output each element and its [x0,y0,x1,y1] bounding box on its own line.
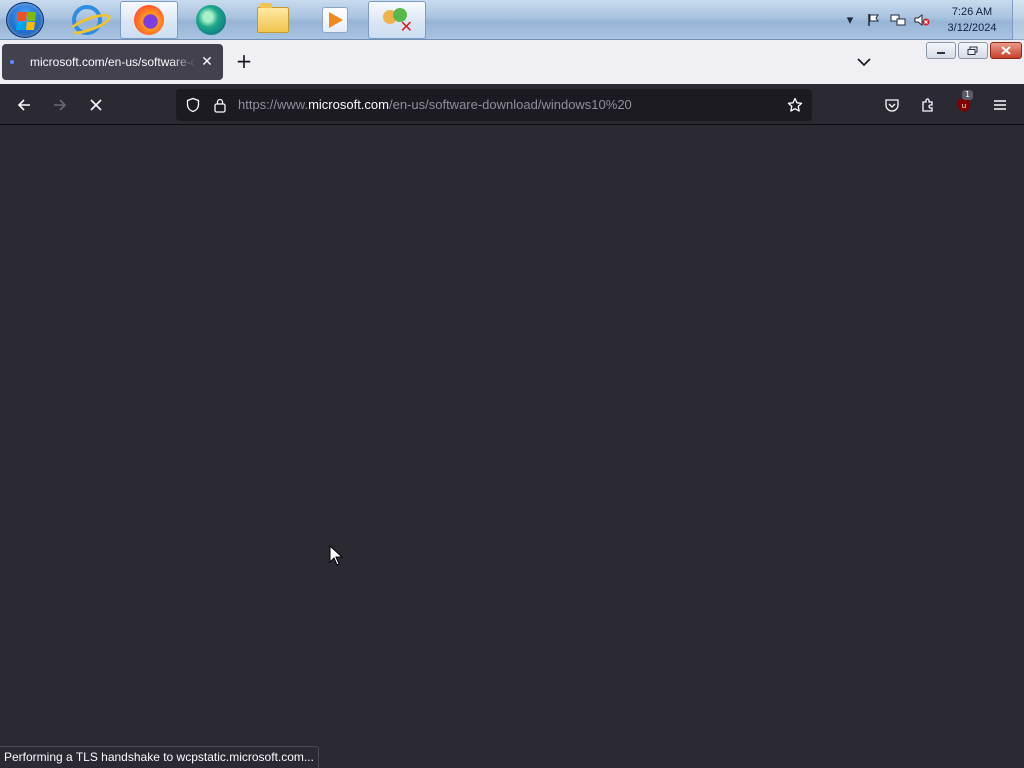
close-window-button[interactable] [990,42,1022,59]
new-tab-button[interactable]: + [232,50,256,74]
tracking-protection-shield-icon[interactable] [182,94,204,116]
taskbar-edge[interactable] [182,1,240,39]
close-icon [1001,46,1011,55]
url-path: /en-us/software-download/windows10%20 [388,97,632,112]
action-center-flag-icon[interactable] [865,11,883,29]
browser-tab[interactable]: microsoft.com/en-us/software-download/wi… [2,44,223,80]
url-host: microsoft.com [308,97,389,112]
taskbar-file-explorer[interactable] [244,1,302,39]
edge-icon [196,5,226,35]
system-tray: ▾ 7:26 AM 3/12/2024 [838,0,1024,40]
url-prefix: https://www. [238,97,309,112]
chevron-down-icon [857,58,871,67]
taskbar-users-app[interactable]: ✕ [368,1,426,39]
lock-icon[interactable] [209,94,231,116]
app-menu-hamburger-icon[interactable] [989,94,1011,116]
stop-x-icon [90,99,102,111]
clock-time: 7:26 AM [951,6,993,18]
loading-dot-icon [10,60,14,64]
forward-arrow-icon [54,99,67,111]
minimize-button[interactable] [926,42,956,59]
stop-loading-button[interactable] [85,94,107,116]
bookmark-star-icon[interactable] [784,94,806,116]
show-desktop-button[interactable] [1012,0,1024,40]
show-hidden-icons-icon[interactable]: ▾ [841,11,859,29]
start-button[interactable] [6,2,44,38]
extension-badge: 1 [962,90,974,100]
navigation-toolbar: https://www.microsoft.com/en-us/software… [0,84,1024,125]
page-content[interactable] [0,125,1024,768]
address-bar[interactable]: https://www.microsoft.com/en-us/software… [176,89,812,121]
network-icon[interactable] [889,11,907,29]
windows-taskbar: ✕ ▾ 7:26 AM 3/12/2024 [0,0,1024,40]
url-text[interactable]: https://www.microsoft.com/en-us/software… [238,97,632,112]
list-all-tabs-button[interactable] [852,52,876,72]
window-controls [926,42,1022,59]
status-panel: Performing a TLS handshake to wcpstatic.… [0,746,319,768]
tab-close-icon[interactable]: ✕ [200,54,214,70]
restore-icon [967,46,978,55]
restore-button[interactable] [958,42,988,59]
users-icon: ✕ [381,6,413,35]
firefox-icon [134,5,164,35]
forward-button[interactable] [49,94,71,116]
mouse-cursor-icon [329,545,343,566]
taskbar-clock[interactable]: 7:26 AM 3/12/2024 [940,4,1004,36]
clock-date: 3/12/2024 [947,22,997,34]
folder-icon [257,3,289,33]
taskbar-internet-explorer[interactable] [58,1,116,39]
windows-logo-icon [16,12,36,30]
browser-tab-strip: microsoft.com/en-us/software-download/wi… [0,40,1024,84]
back-arrow-icon [17,99,30,111]
media-player-icon [322,7,348,33]
internet-explorer-icon [72,5,102,35]
svg-text:u: u [962,102,966,110]
volume-muted-icon[interactable] [913,11,931,29]
tab-title: microsoft.com/en-us/software-download/wi… [30,55,196,69]
minimize-icon [937,51,945,54]
taskbar-media-player[interactable] [306,1,364,39]
back-button[interactable] [13,94,35,116]
extensions-puzzle-icon[interactable] [917,94,939,116]
taskbar-firefox[interactable] [120,1,178,39]
pocket-icon[interactable] [881,94,903,116]
